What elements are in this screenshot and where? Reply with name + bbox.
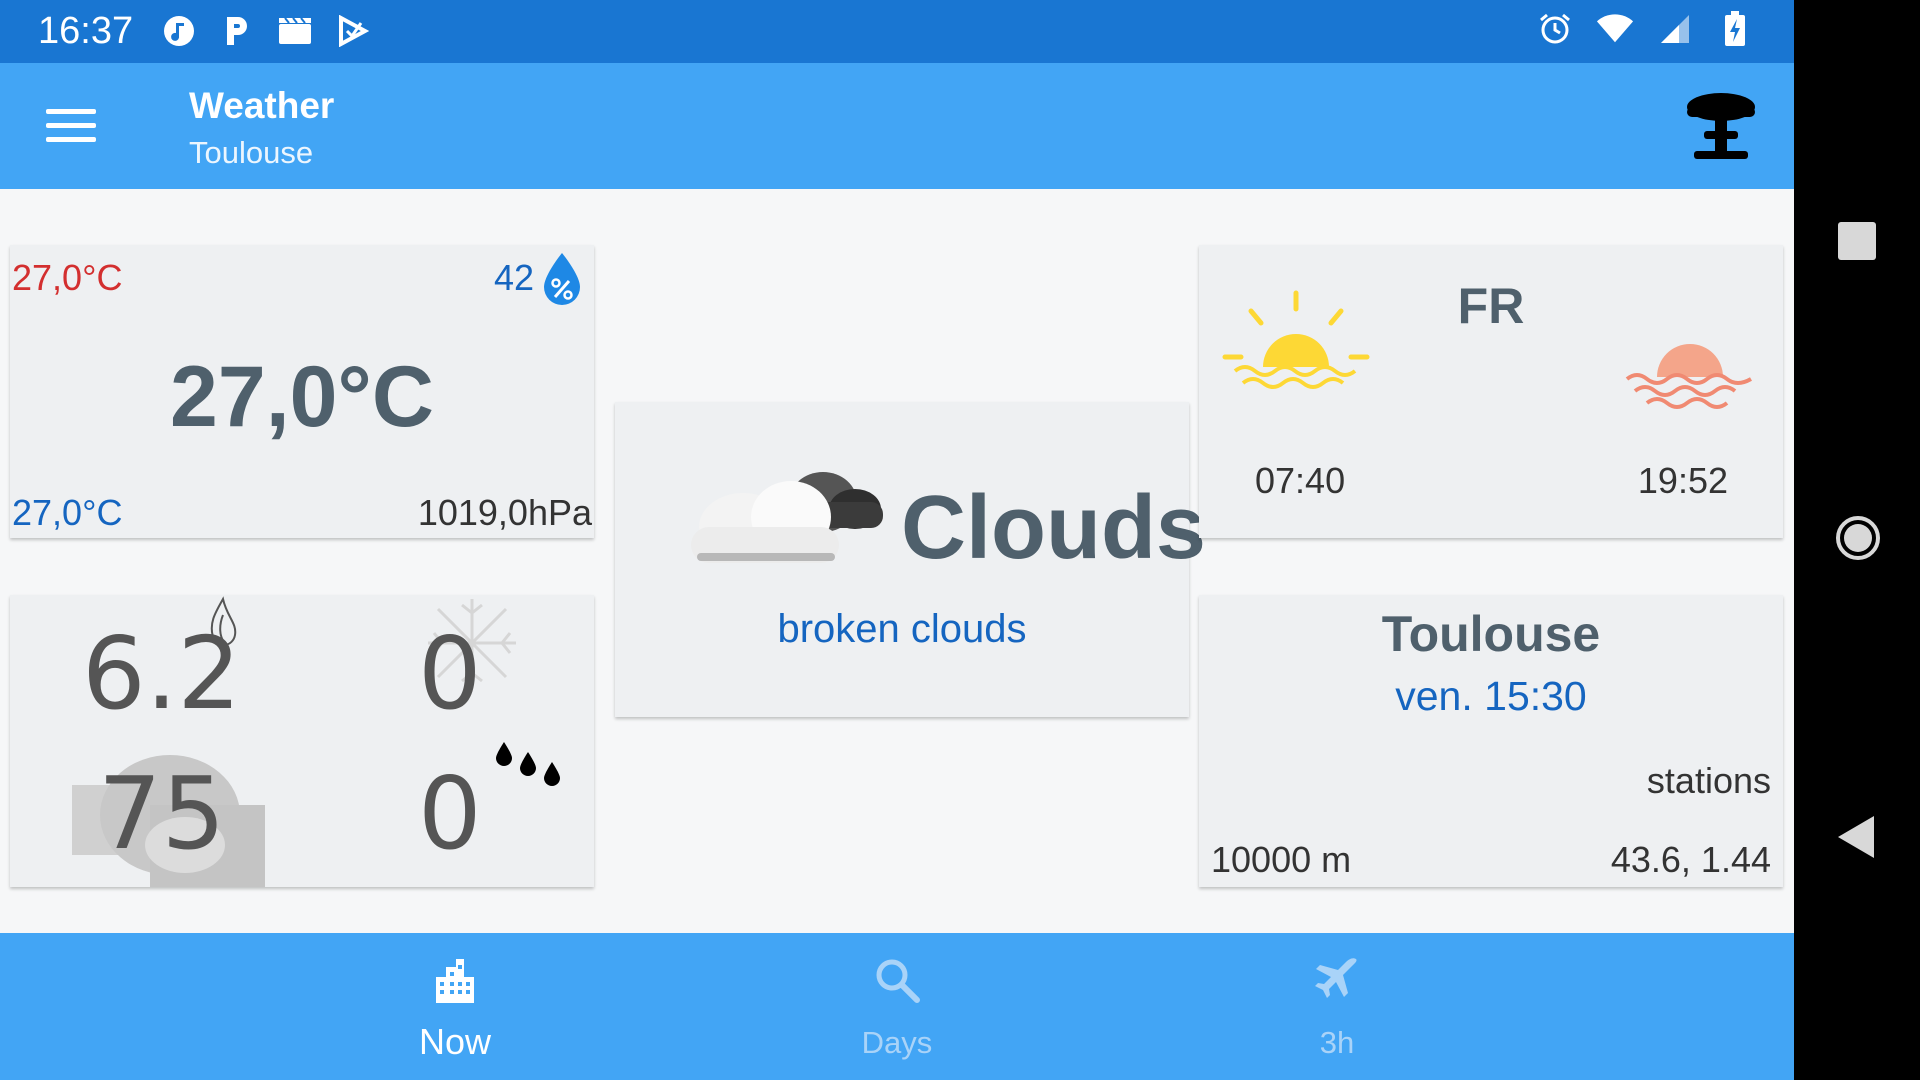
humidity-drop-icon: [544, 253, 580, 305]
nuclear-cloud-button[interactable]: [1680, 85, 1762, 167]
hamburger-icon-line: [46, 123, 96, 128]
city-name: Toulouse: [1381, 606, 1601, 662]
tab-days-label: Days: [861, 1025, 933, 1060]
play-store-icon: [334, 12, 372, 50]
p-app-icon: [218, 12, 256, 50]
airplane-icon: [1315, 958, 1357, 998]
tab-3h[interactable]: 3h: [1187, 933, 1487, 1080]
broken-clouds-icon: [691, 472, 883, 563]
menu-button[interactable]: [38, 101, 108, 151]
coordinates-value: 43.6, 1.44: [1610, 839, 1771, 880]
sunset-icon: [1625, 344, 1752, 409]
search-icon: [876, 959, 920, 1003]
music-icon: [160, 12, 198, 50]
clouds-value: 75: [98, 755, 226, 872]
condition-card[interactable]: Clouds broken clouds: [615, 402, 1206, 717]
tab-3h-label: 3h: [1319, 1025, 1355, 1060]
home-button[interactable]: [1834, 514, 1880, 560]
snow-value: 0: [418, 615, 482, 732]
min-temperature: 27,0°C: [12, 492, 123, 533]
back-button[interactable]: [1834, 814, 1880, 860]
tab-now[interactable]: Now: [305, 933, 605, 1080]
app-bar: Weather Toulouse: [0, 63, 1794, 189]
rain-value: 0: [418, 755, 482, 872]
condition-description: broken clouds: [777, 607, 1027, 651]
max-temperature: 27,0°C: [12, 257, 123, 298]
condition-main: Clouds: [901, 478, 1206, 578]
video-icon: [276, 12, 314, 50]
bottom-navigation: Now Days 3h: [0, 933, 1794, 1080]
tab-now-label: Now: [418, 1021, 492, 1062]
recents-button[interactable]: [1834, 218, 1880, 264]
humidity-value: 42: [493, 257, 534, 298]
sun-card[interactable]: FR 07:40 19:52: [1199, 245, 1783, 538]
current-temperature: 27,0°C: [170, 349, 434, 445]
alarm-icon: [1536, 10, 1574, 48]
stats-card[interactable]: 6.2 0 75 0: [10, 595, 594, 887]
back-triangle-icon: [1838, 816, 1874, 858]
temperature-card[interactable]: 27,0°C 42 27,0°C 27,0°C 1019,0hPa: [10, 245, 594, 538]
hamburger-icon-line: [46, 137, 96, 142]
tab-days[interactable]: Days: [747, 933, 1047, 1080]
app-subtitle: Toulouse: [189, 135, 314, 170]
rain-drops-icon: [496, 742, 560, 786]
pressure-value: 1019,0hPa: [417, 492, 592, 533]
city-icon: [436, 959, 474, 1003]
location-card[interactable]: Toulouse ven. 15:30 stations 10000 m 43.…: [1199, 595, 1783, 887]
wifi-icon: [1596, 10, 1634, 48]
battery-charging-icon: [1716, 10, 1754, 48]
visibility-value: 10000 m: [1211, 839, 1352, 880]
app-title: Weather: [189, 85, 335, 126]
notification-icons: [160, 12, 372, 50]
sunset-time: 19:52: [1637, 460, 1728, 501]
system-navigation-bar: [1794, 0, 1920, 1080]
system-status-icons: [1536, 10, 1754, 48]
observation-datetime: ven. 15:30: [1395, 673, 1587, 719]
square-icon: [1838, 222, 1876, 260]
hamburger-icon: [46, 109, 96, 114]
signal-icon: [1656, 10, 1694, 48]
status-time: 16:37: [38, 10, 134, 52]
mushroom-cloud-icon: [1687, 93, 1755, 159]
status-bar: 16:37: [0, 0, 1794, 63]
stations-label[interactable]: stations: [1647, 760, 1771, 802]
sunrise-time: 07:40: [1255, 460, 1346, 501]
circle-icon: [1836, 516, 1880, 560]
sunrise-icon: [1222, 290, 1370, 389]
wind-value: 6.2: [82, 615, 242, 732]
